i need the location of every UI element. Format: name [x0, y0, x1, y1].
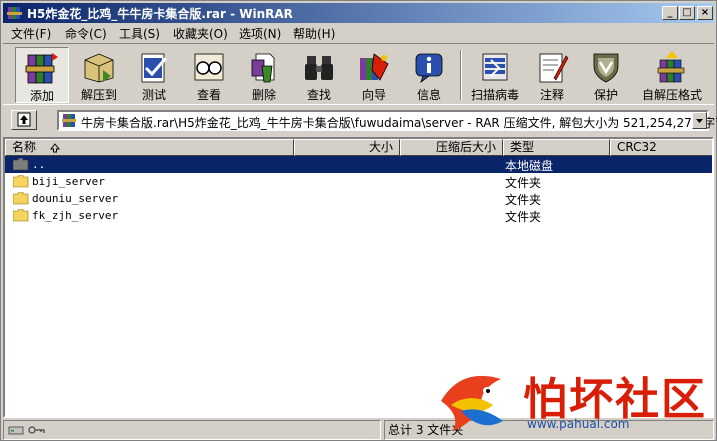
file-type: 文件夹: [505, 193, 542, 207]
column-header-type[interactable]: 类型: [503, 139, 610, 156]
books-add-icon: [25, 53, 58, 84]
sfx-icon: [657, 51, 685, 83]
menu-tools[interactable]: 工具(S): [119, 25, 160, 42]
toolbar: 添加 解压到 测试 查看 删除 查找 向导 信息 扫描病毒 注释 保护 自解压格…: [3, 43, 714, 105]
menu-bar: 文件(F) 命令(C) 工具(S) 收藏夹(O) 选项(N) 帮助(H): [3, 24, 714, 42]
sfx-button[interactable]: 自解压格式: [636, 47, 708, 103]
protect-label: 保护: [593, 88, 618, 102]
shield-icon: [593, 53, 619, 83]
scan-virus-label: 扫描病毒: [470, 88, 519, 102]
menu-options[interactable]: 选项(N): [239, 25, 281, 42]
menu-favorites[interactable]: 收藏夹(O): [173, 25, 228, 42]
arrow-up-icon: [17, 112, 31, 127]
file-row[interactable]: biji_server 文件夹: [5, 173, 712, 190]
rar-archive-icon: [62, 114, 76, 127]
watermark: 怕坏社区 www.pahuai.com: [429, 361, 714, 441]
menu-help[interactable]: 帮助(H): [293, 25, 335, 42]
file-type: 本地磁盘: [505, 159, 554, 173]
find-label: 查找: [306, 88, 331, 102]
column-header-crc[interactable]: CRC32: [610, 139, 712, 156]
menu-commands[interactable]: 命令(C): [65, 25, 107, 42]
view-label: 查看: [196, 88, 221, 102]
column-crc-label: CRC32: [617, 140, 657, 154]
file-type: 文件夹: [505, 210, 542, 224]
scan-virus-button[interactable]: 扫描病毒: [466, 47, 524, 103]
test-icon: [141, 53, 168, 83]
file-name: fk_zjh_server: [32, 209, 119, 222]
maximize-button[interactable]: □: [679, 6, 695, 20]
minimize-button[interactable]: _: [662, 6, 678, 20]
sfx-label: 自解压格式: [641, 88, 702, 102]
view-button[interactable]: 查看: [182, 47, 236, 103]
watermark-url: www.pahuai.com: [527, 417, 630, 431]
fish-logo-icon: [441, 375, 503, 431]
title-bar[interactable]: H5炸金花_比鸡_牛牛房卡集合版.rar - WinRAR _ □ ×: [3, 3, 714, 23]
up-folder-button[interactable]: [11, 110, 37, 130]
wizard-label: 向导: [361, 88, 386, 102]
column-header-size[interactable]: 大小: [294, 139, 400, 156]
menu-file[interactable]: 文件(F): [11, 25, 51, 42]
address-path: 牛房卡集合版.rar\H5炸金花_比鸡_牛牛房卡集合版\fuwudaima\se…: [81, 116, 717, 130]
delete-button[interactable]: 删除: [237, 47, 291, 103]
column-header-packed[interactable]: 压缩后大小: [400, 139, 503, 156]
address-row: 牛房卡集合版.rar\H5炸金花_比鸡_牛牛房卡集合版\fuwudaima\se…: [3, 107, 717, 133]
column-size-label: 大小: [368, 140, 393, 154]
wizard-icon: [360, 53, 389, 81]
test-button[interactable]: 测试: [127, 47, 181, 103]
file-row[interactable]: fk_zjh_server 文件夹: [5, 207, 712, 224]
binoculars-icon: [305, 56, 333, 80]
sort-up-arrow-icon: [50, 143, 60, 153]
winrar-app-icon[interactable]: [7, 5, 23, 21]
test-label: 测试: [141, 88, 166, 102]
add-label: 添加: [29, 89, 54, 103]
scan-virus-icon: [482, 53, 508, 81]
folder-icon: [13, 209, 29, 222]
file-type: 文件夹: [505, 176, 542, 190]
window-title: H5炸金花_比鸡_牛牛房卡集合版.rar - WinRAR: [27, 7, 293, 21]
file-name: ..: [32, 158, 46, 171]
folder-icon: [13, 175, 29, 188]
address-field[interactable]: 牛房卡集合版.rar\H5炸金花_比鸡_牛牛房卡集合版\fuwudaima\se…: [57, 110, 717, 131]
column-header-name[interactable]: 名称: [5, 139, 294, 156]
comment-button[interactable]: 注释: [525, 47, 579, 103]
info-button[interactable]: 信息: [402, 47, 456, 103]
key-icon[interactable]: [28, 424, 46, 436]
drive-icon[interactable]: [8, 424, 24, 436]
folder-icon: [13, 158, 29, 171]
delete-icon: [251, 53, 275, 83]
column-name-label: 名称: [12, 140, 37, 154]
column-type-label: 类型: [510, 140, 535, 154]
close-button[interactable]: ×: [697, 6, 713, 20]
winrar-window: H5炸金花_比鸡_牛牛房卡集合版.rar - WinRAR _ □ × 文件(F…: [0, 0, 717, 441]
status-left-panel: [3, 420, 381, 440]
find-button[interactable]: 查找: [292, 47, 346, 103]
info-icon: [415, 53, 443, 84]
comment-label: 注释: [539, 88, 564, 102]
file-row-parent[interactable]: .. 本地磁盘: [5, 156, 712, 173]
column-packed-label: 压缩后大小: [435, 140, 496, 154]
address-dropdown-button[interactable]: [692, 112, 707, 129]
delete-label: 删除: [251, 88, 276, 102]
add-button[interactable]: 添加: [15, 47, 69, 103]
toolbar-separator: [460, 50, 462, 100]
extract-to-icon: [84, 53, 114, 83]
comment-icon: [539, 53, 569, 83]
file-name: douniu_server: [32, 192, 119, 205]
wizard-button[interactable]: 向导: [347, 47, 401, 103]
protect-button[interactable]: 保护: [579, 47, 633, 103]
folder-icon: [13, 192, 29, 205]
info-label: 信息: [416, 88, 441, 102]
view-icon: [194, 53, 224, 81]
chevron-down-icon: [696, 119, 703, 123]
file-row[interactable]: douniu_server 文件夹: [5, 190, 712, 207]
extract-to-button[interactable]: 解压到: [72, 47, 126, 103]
file-name: biji_server: [32, 175, 105, 188]
extract-to-label: 解压到: [80, 88, 117, 102]
